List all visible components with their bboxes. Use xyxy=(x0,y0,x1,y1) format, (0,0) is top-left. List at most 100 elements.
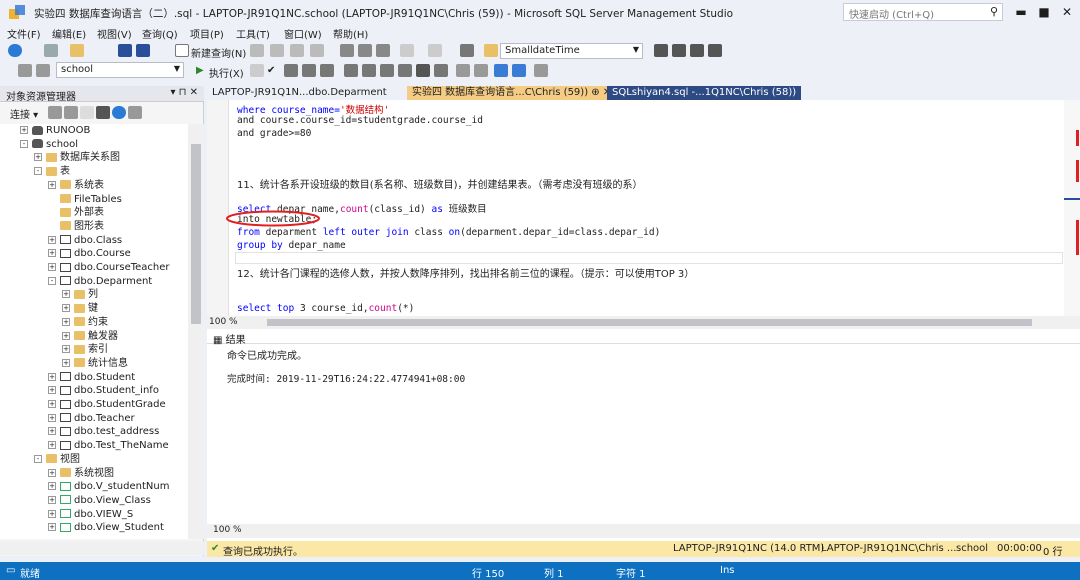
expand-icon[interactable]: + xyxy=(48,509,56,518)
tree-item[interactable]: - school xyxy=(20,138,78,152)
collapse-icon[interactable]: - xyxy=(34,454,42,463)
mdx-query-icon[interactable] xyxy=(270,44,284,57)
new-query-button[interactable]: 新建查询(N) xyxy=(191,45,246,60)
connect-dropdown[interactable]: 连接 ▾ xyxy=(10,106,38,121)
stop-icon[interactable] xyxy=(80,106,94,119)
comment-icon[interactable] xyxy=(456,64,470,77)
client-stats-icon[interactable] xyxy=(380,64,394,77)
tree-item[interactable]: + 统计信息 xyxy=(62,357,128,371)
tree-item[interactable]: + dbo.Teacher xyxy=(48,412,135,426)
scrollbar-thumb[interactable] xyxy=(191,144,201,324)
menu-file[interactable]: 文件(F) xyxy=(7,26,41,41)
tree-item[interactable]: + 系统表 xyxy=(48,179,104,193)
tree-item[interactable]: - dbo.Deparment xyxy=(48,275,152,289)
find-icon[interactable] xyxy=(484,44,498,57)
query-designer-icon[interactable] xyxy=(302,64,316,77)
menu-tools[interactable]: 工具(T) xyxy=(236,26,270,41)
include-plan-icon[interactable] xyxy=(344,64,358,77)
results-horizontal-scrollbar[interactable]: 100 % xyxy=(207,524,1080,538)
uncomment-icon[interactable] xyxy=(474,64,488,77)
panel-pin-close-icon[interactable]: ▾ ⊓ ✕ xyxy=(170,87,198,98)
specify-template-values-icon[interactable] xyxy=(534,64,548,77)
connect-icon[interactable] xyxy=(48,106,62,119)
tree-item[interactable]: + 系统视图 xyxy=(48,467,114,481)
execute-button[interactable]: 执行(X) xyxy=(209,65,244,80)
save-all-icon[interactable] xyxy=(136,44,150,57)
live-stats-icon[interactable] xyxy=(362,64,376,77)
tree-item[interactable]: 外部表 xyxy=(48,206,104,220)
tree-item[interactable]: + dbo.CourseTeacher xyxy=(48,261,170,275)
collapse-icon[interactable]: - xyxy=(20,139,28,148)
back-icon[interactable] xyxy=(8,44,22,57)
collapse-icon[interactable]: - xyxy=(48,276,56,285)
cut-icon[interactable] xyxy=(340,44,354,57)
refresh-icon[interactable] xyxy=(112,106,126,119)
expand-icon[interactable]: + xyxy=(48,523,56,532)
tree-item[interactable]: + 触发器 xyxy=(62,330,118,344)
save-icon[interactable] xyxy=(118,44,132,57)
connect-icon[interactable] xyxy=(18,64,32,77)
expand-icon[interactable]: + xyxy=(62,290,70,299)
expand-icon[interactable]: + xyxy=(62,304,70,313)
object-explorer-icon[interactable] xyxy=(690,44,704,57)
menu-window[interactable]: 窗口(W) xyxy=(284,26,322,41)
expand-icon[interactable]: + xyxy=(48,400,56,408)
tree-item[interactable]: + 键 xyxy=(62,302,98,316)
menu-view[interactable]: 视图(V) xyxy=(97,26,132,41)
tree-item[interactable]: + dbo.V_studentNum xyxy=(48,480,169,494)
menu-project[interactable]: 项目(P) xyxy=(190,26,224,41)
tree-item[interactable]: 图形表 xyxy=(48,220,104,234)
editor-zoom-combo[interactable]: 100 % xyxy=(209,317,238,327)
expand-icon[interactable]: + xyxy=(48,263,56,271)
tree-item[interactable]: + 索引 xyxy=(62,343,108,357)
tab-sqlshiyan4[interactable]: SQLshiyan4.sql -...1Q1NC\Chris (58)) xyxy=(607,86,802,100)
results-zoom-combo[interactable]: 100 % xyxy=(213,525,242,535)
new-query-icon[interactable] xyxy=(175,44,189,57)
tree-item[interactable]: + dbo.Course xyxy=(48,247,131,261)
tree-item[interactable]: FileTables xyxy=(48,193,122,207)
scrollbar-thumb[interactable] xyxy=(267,319,1032,326)
results-tab[interactable]: ▦ 结果 xyxy=(213,331,246,346)
window-icon[interactable] xyxy=(708,44,722,57)
menu-query[interactable]: 查询(Q) xyxy=(142,26,178,41)
results-to-grid-icon[interactable] xyxy=(416,64,430,77)
xmla-query-icon[interactable] xyxy=(310,44,324,57)
menu-help[interactable]: 帮助(H) xyxy=(333,26,368,41)
quick-launch-input[interactable]: 快速启动 (Ctrl+Q) ⚲ xyxy=(843,3,1003,21)
parse-check-icon[interactable]: ✔ xyxy=(267,65,275,76)
query-editor[interactable]: where course_name='数据结构' and course.cour… xyxy=(207,100,1080,316)
expand-icon[interactable]: + xyxy=(62,345,70,354)
tree-item[interactable]: + dbo.Class xyxy=(48,234,122,248)
undo-icon[interactable] xyxy=(400,44,414,57)
tree-item[interactable]: + 约束 xyxy=(62,316,108,330)
menu-edit[interactable]: 编辑(E) xyxy=(52,26,86,41)
expand-icon[interactable]: + xyxy=(48,468,56,477)
expand-icon[interactable]: + xyxy=(48,482,56,491)
tree-item[interactable]: + dbo.StudentGrade xyxy=(48,398,166,412)
expand-icon[interactable]: + xyxy=(48,235,56,244)
db-engine-query-icon[interactable] xyxy=(250,44,264,57)
expand-icon[interactable]: + xyxy=(48,372,56,381)
dmx-query-icon[interactable] xyxy=(290,44,304,57)
close-button[interactable]: ✕ xyxy=(1054,2,1080,22)
tab-deparment[interactable]: LAPTOP-JR91Q1N...dbo.Deparment xyxy=(207,86,392,100)
redo-icon[interactable] xyxy=(428,44,442,57)
tree-item[interactable]: -表 xyxy=(34,165,70,179)
expand-icon[interactable]: + xyxy=(48,249,56,258)
results-to-text-icon[interactable] xyxy=(398,64,412,77)
wrench-icon[interactable] xyxy=(672,44,686,57)
expand-icon[interactable]: + xyxy=(34,153,42,162)
tree-vertical-scrollbar[interactable] xyxy=(188,124,204,539)
tree-item[interactable]: + dbo.Student_info xyxy=(48,384,159,398)
tree-item[interactable]: + dbo.Test_TheName xyxy=(48,439,169,453)
find-combo[interactable]: SmalldateTime ▼ xyxy=(500,43,643,59)
intellisense-icon[interactable] xyxy=(320,64,334,77)
tree-item[interactable]: + dbo.test_address xyxy=(48,425,159,439)
tree-item[interactable]: + dbo.Student xyxy=(48,371,135,385)
results-to-file-icon[interactable] xyxy=(434,64,448,77)
tree-item[interactable]: + 数据库关系图 xyxy=(34,151,120,165)
activity-monitor-icon[interactable] xyxy=(128,106,142,119)
display-plan-icon[interactable] xyxy=(284,64,298,77)
editor-horizontal-scrollbar[interactable]: 100 % xyxy=(207,316,1080,329)
tree-item[interactable]: + dbo.VIEW_S xyxy=(48,508,133,522)
